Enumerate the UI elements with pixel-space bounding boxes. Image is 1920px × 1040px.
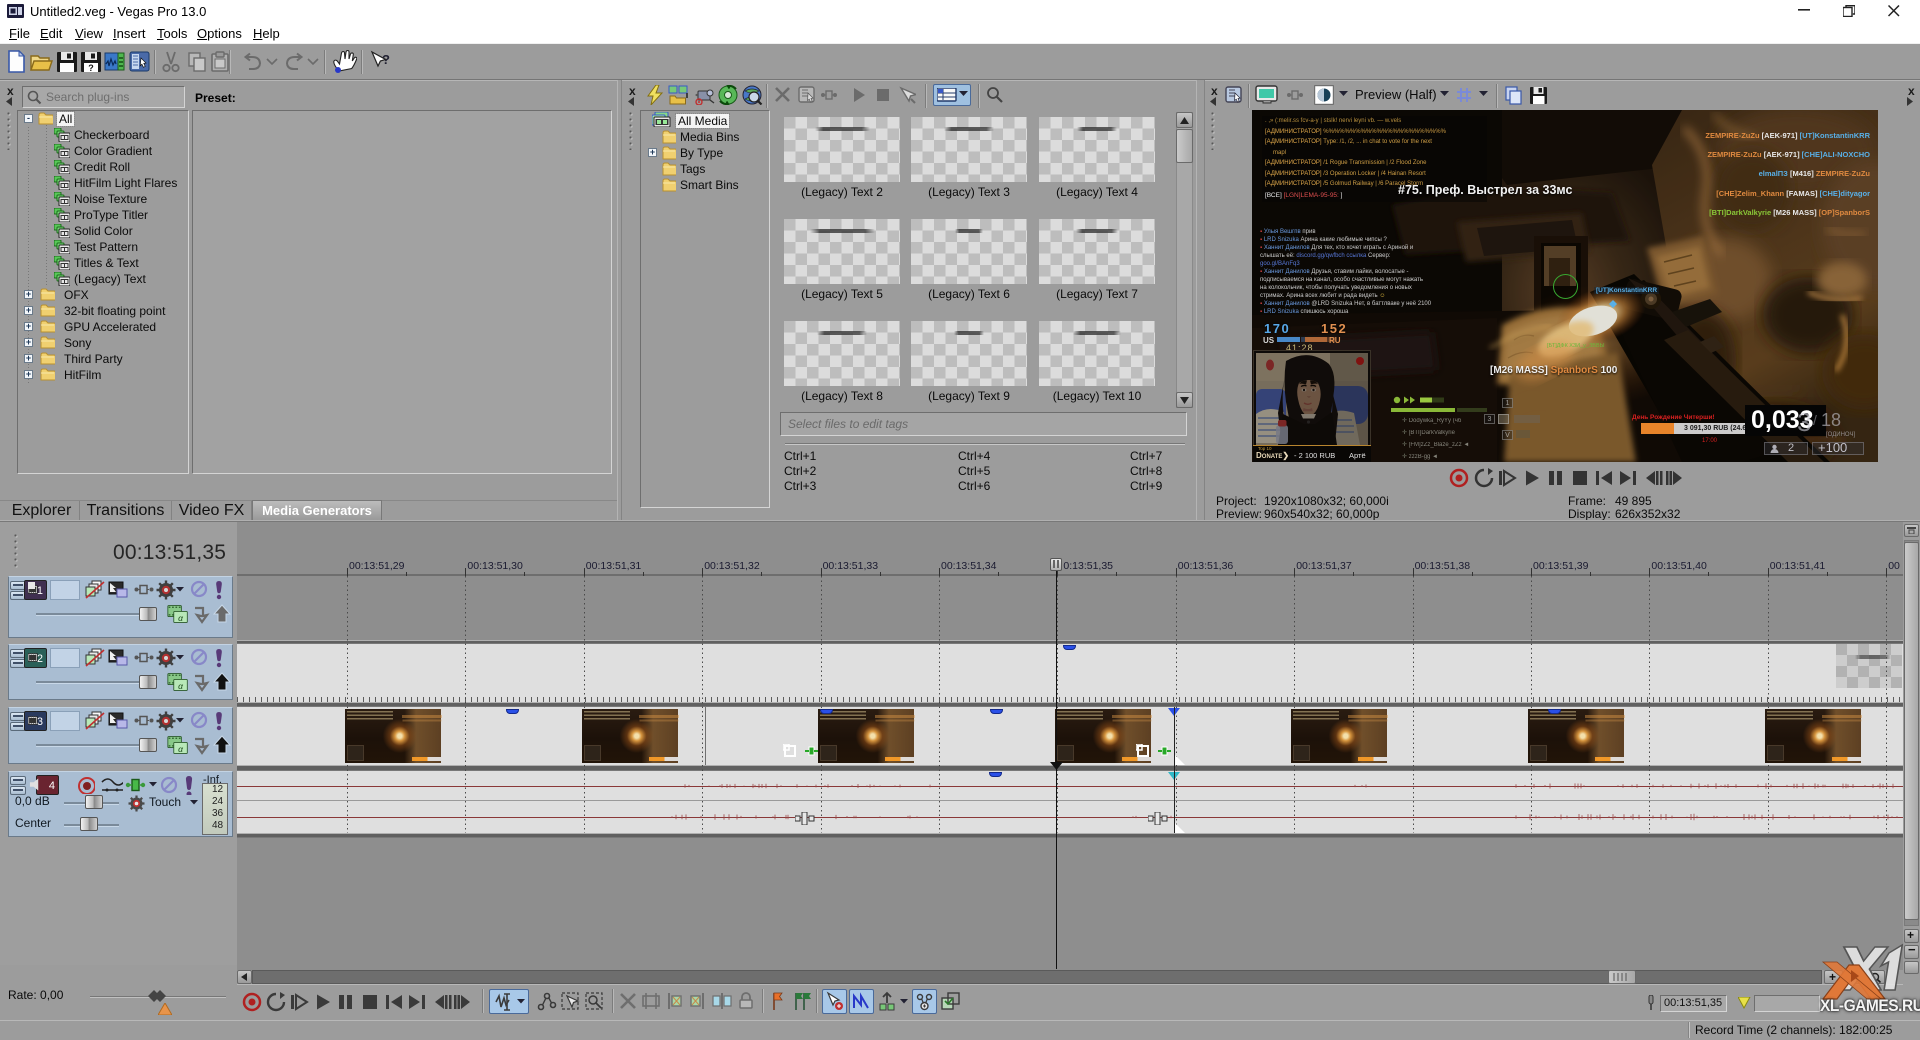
svg-text:?: ? <box>88 63 94 73</box>
svg-text:?: ? <box>382 52 390 67</box>
